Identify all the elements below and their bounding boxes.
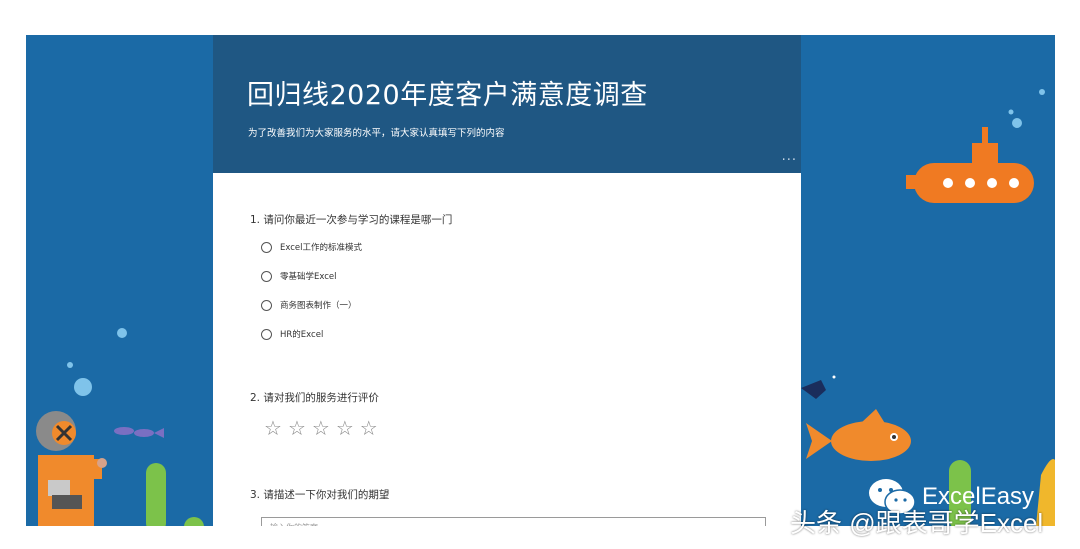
radio-button[interactable]	[261, 328, 272, 340]
question-1-option-1[interactable]: Excel工作的标准模式	[261, 239, 362, 255]
radio-button[interactable]	[261, 270, 272, 282]
question-3-title: 3. 请描述一下你对我们的期望	[250, 489, 390, 501]
option-label: Excel工作的标准模式	[280, 243, 363, 253]
dark-fish-icon	[801, 380, 826, 399]
bubble-icon	[1008, 109, 1014, 115]
star-icon[interactable]: ☆	[288, 417, 306, 439]
star-icon[interactable]: ☆	[360, 417, 378, 439]
star-icon[interactable]: ☆	[312, 417, 330, 439]
star-icon[interactable]: ☆	[336, 417, 354, 439]
bubble-icon	[1039, 89, 1045, 95]
option-label: 商务图表制作（一）	[280, 301, 357, 311]
seaweed-icon	[184, 517, 204, 526]
more-options-button[interactable]: ···	[782, 153, 797, 168]
form-title: 回归线2020年度客户满意度调查	[247, 80, 648, 111]
diver-icon	[36, 411, 107, 526]
option-label: 零基础学Excel	[280, 272, 337, 282]
seaweed-icon	[146, 463, 166, 526]
survey-form: 回归线2020年度客户满意度调查 为了改善我们为大家服务的水平，请大家认真填写下…	[213, 35, 801, 526]
form-header: 回归线2020年度客户满意度调查 为了改善我们为大家服务的水平，请大家认真填写下…	[213, 35, 801, 173]
star-icon[interactable]: ☆	[264, 417, 282, 439]
answer-input[interactable]: 输入你的答案	[261, 517, 766, 526]
star-rating: ☆ ☆ ☆ ☆ ☆	[264, 417, 378, 439]
question-1-option-3[interactable]: 商务图表制作（一）	[261, 297, 357, 313]
question-1-option-2[interactable]: 零基础学Excel	[261, 268, 337, 284]
bubble-icon	[74, 378, 92, 396]
question-2-title: 2. 请对我们的服务进行评价	[250, 392, 379, 404]
question-1-option-4[interactable]: HR的Excel	[261, 326, 323, 342]
watermark-author: 头条 @跟表哥学Excel	[790, 508, 1044, 538]
orange-fish-icon	[806, 409, 911, 461]
bubble-icon	[117, 328, 127, 338]
bubble-icon	[67, 362, 73, 368]
bubble-icon	[1012, 118, 1022, 128]
radio-button[interactable]	[261, 241, 272, 253]
page-background: 回归线2020年度客户满意度调查 为了改善我们为大家服务的水平，请大家认真填写下…	[26, 35, 1055, 526]
question-1-title: 1. 请问你最近一次参与学习的课程是哪一门	[250, 214, 453, 226]
submarine-icon	[906, 127, 1034, 203]
bubble-icon	[832, 375, 836, 379]
form-subtitle: 为了改善我们为大家服务的水平，请大家认真填写下列的内容	[248, 128, 505, 139]
option-label: HR的Excel	[280, 330, 324, 340]
radio-button[interactable]	[261, 299, 272, 311]
small-fish-icon	[114, 427, 164, 438]
